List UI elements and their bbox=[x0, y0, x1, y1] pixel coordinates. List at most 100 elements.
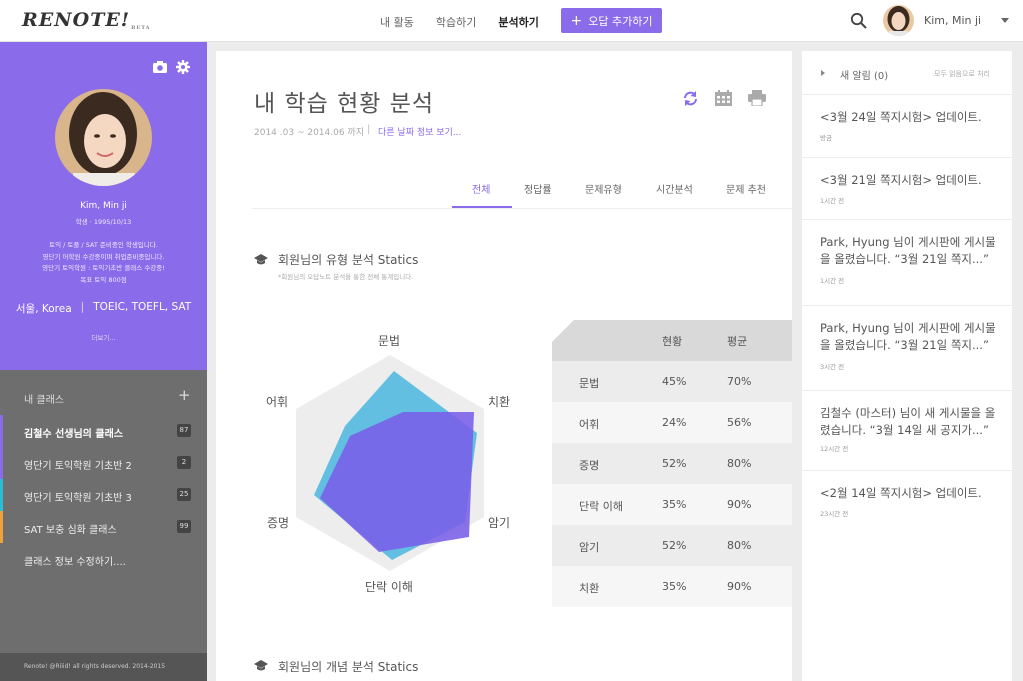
notification-item[interactable]: <3월 21일 쪽지시험> 업데이트. 1시간 전 bbox=[802, 158, 1012, 220]
row-label: 암기 bbox=[579, 541, 600, 554]
column-header-current: 현황 bbox=[662, 335, 683, 348]
row-average: 90% bbox=[727, 498, 752, 511]
class-label: 영단기 토익학원 기초반 3 bbox=[24, 493, 132, 504]
radar-chart-svg bbox=[296, 355, 484, 571]
camera-icon[interactable] bbox=[153, 61, 167, 73]
date-range: 2014 .03 ~ 2014.06 까지 bbox=[254, 128, 364, 138]
edit-class-info-link[interactable]: 클래스 정보 수정하기.... bbox=[0, 543, 207, 575]
row-current: 45% bbox=[662, 375, 687, 388]
radar-label-substitution: 치환 bbox=[488, 395, 511, 409]
profile-tags: 서울, Korea | TOEIC, TOEFL, SAT bbox=[0, 301, 207, 316]
nav-analysis[interactable]: 분석하기 bbox=[498, 14, 538, 30]
row-average: 80% bbox=[727, 457, 752, 470]
tab-question-type[interactable]: 문제유형 bbox=[585, 181, 622, 196]
tab-recommendation[interactable]: 문제 추천 bbox=[726, 181, 766, 196]
tab-overview[interactable]: 전체 bbox=[472, 181, 490, 196]
notification-text: 김철수 (마스터) 님이 새 게시물을 올렸습니다. “3월 14일 새 공지가… bbox=[820, 406, 996, 437]
class-label: SAT 보충 심화 클래스 bbox=[24, 525, 117, 536]
gear-icon[interactable] bbox=[176, 60, 190, 74]
notifications-title: 새 알림 (0) bbox=[840, 71, 889, 82]
table-row: 치환 35% 90% bbox=[552, 566, 792, 607]
search-icon[interactable] bbox=[850, 12, 867, 29]
row-current: 24% bbox=[662, 416, 687, 429]
user-avatar[interactable] bbox=[883, 5, 914, 36]
class-label: 영단기 토익학원 기초반 2 bbox=[24, 461, 132, 472]
print-icon[interactable] bbox=[748, 90, 766, 106]
mark-all-read-link[interactable]: 모두 읽음으로 처리 bbox=[934, 69, 990, 79]
other-date-link[interactable]: 다른 날짜 정보 보기... bbox=[378, 125, 461, 138]
notification-time: 1시간 전 bbox=[820, 277, 845, 285]
class-list-heading: 내 클래스 bbox=[24, 395, 64, 406]
notification-time: 23시간 전 bbox=[820, 510, 849, 518]
notification-time: 1시간 전 bbox=[820, 197, 845, 205]
row-label: 단락 이해 bbox=[579, 500, 623, 513]
radar-label-vocabulary: 어휘 bbox=[266, 395, 289, 409]
class-count-badge: 2 bbox=[177, 456, 191, 469]
bio-line: 목표 토익 800점 bbox=[80, 275, 127, 284]
logo-beta: BETA bbox=[131, 25, 151, 31]
notification-text: Park, Hyung 님이 게시판에 게시물을 올렸습니다. “3월 21일 … bbox=[820, 235, 996, 266]
notification-item[interactable]: 김철수 (마스터) 님이 새 게시물을 올렸습니다. “3월 14일 새 공지가… bbox=[802, 391, 1012, 471]
row-current: 35% bbox=[662, 498, 687, 511]
class-color-bar bbox=[0, 479, 3, 511]
row-current: 52% bbox=[662, 457, 687, 470]
row-label: 어휘 bbox=[579, 418, 600, 431]
logo[interactable]: RENOTE!BETA bbox=[22, 9, 151, 31]
stats-table-header: 현황 평균 bbox=[552, 320, 792, 361]
logo-text: RENOTE! bbox=[22, 9, 131, 31]
chevron-right-icon[interactable] bbox=[821, 70, 825, 76]
class-color-bar bbox=[0, 447, 3, 479]
page-title: 내 학습 현황 분석 bbox=[254, 91, 435, 117]
add-wrong-answer-button[interactable]: + 오답 추가하기 bbox=[561, 8, 662, 33]
notification-time: 3시간 전 bbox=[820, 363, 845, 371]
user-name[interactable]: Kim, Min ji bbox=[924, 14, 981, 27]
profile-more-link[interactable]: 더보기... bbox=[0, 332, 207, 342]
profile-avatar bbox=[55, 89, 152, 186]
notification-text: <2월 14일 쪽지시험> 업데이트. bbox=[820, 486, 982, 500]
nav-study[interactable]: 학습하기 bbox=[436, 14, 476, 30]
stats-table-body: 문법 45% 70% 어휘 24% 56% 증명 52% 80% 단락 이해 3… bbox=[552, 361, 792, 607]
notification-text: <3월 24일 쪽지시험> 업데이트. bbox=[820, 110, 982, 124]
radar-label-grammar: 문법 bbox=[378, 334, 401, 348]
table-row: 문법 45% 70% bbox=[552, 361, 792, 402]
nav-my-activity[interactable]: 내 활동 bbox=[380, 14, 414, 30]
notification-item[interactable]: Park, Hyung 님이 게시판에 게시물을 올렸습니다. “3월 21일 … bbox=[802, 306, 1012, 391]
graduation-cap-icon bbox=[254, 254, 268, 265]
profile-location: 서울, Korea bbox=[15, 303, 72, 315]
class-label: 김철수 선생님의 클래스 bbox=[24, 429, 123, 440]
main-nav: 내 활동 학습하기 분석하기 bbox=[380, 14, 539, 30]
row-label: 문법 bbox=[579, 377, 600, 390]
radar-label-proof: 증명 bbox=[267, 516, 290, 530]
refresh-icon[interactable] bbox=[682, 90, 699, 107]
notification-item[interactable]: Park, Hyung 님이 게시판에 게시물을 올렸습니다. “3월 21일 … bbox=[802, 220, 1012, 306]
notification-item[interactable]: <2월 14일 쪽지시험> 업데이트. 23시간 전 bbox=[802, 471, 1012, 533]
column-header-average: 평균 bbox=[727, 335, 748, 348]
row-label: 증명 bbox=[579, 459, 600, 472]
table-row: 증명 52% 80% bbox=[552, 443, 792, 484]
tab-time-analysis[interactable]: 시간분석 bbox=[656, 181, 693, 196]
profile-bio: 토익 / 토플 / SAT 준비중인 학생입니다. 영단기 어학원 수강중이며 … bbox=[20, 240, 187, 286]
class-item[interactable]: 김철수 선생님의 클래스 87 bbox=[0, 415, 207, 447]
row-average: 90% bbox=[727, 580, 752, 593]
section-title: 회원님의 유형 분석 Statics bbox=[278, 253, 419, 267]
divider: | bbox=[80, 301, 85, 313]
stats-table: 현황 평균 문법 45% 70% 어휘 24% 56% 증명 52% 80% 단… bbox=[552, 320, 792, 607]
row-current: 52% bbox=[662, 539, 687, 552]
radar-label-memorization: 암기 bbox=[488, 516, 511, 530]
section-subtitle: *회원님의 오답노트 분석을 통한 전체 통계입니다. bbox=[278, 273, 414, 281]
notification-text: Park, Hyung 님이 게시판에 게시물을 올렸습니다. “3월 21일 … bbox=[820, 321, 996, 352]
row-average: 80% bbox=[727, 539, 752, 552]
class-item[interactable]: 영단기 토익학원 기초반 3 25 bbox=[0, 479, 207, 511]
add-class-icon[interactable]: + bbox=[178, 386, 191, 404]
analysis-panel: 내 학습 현황 분석 2014 .03 ~ 2014.06 까지 | 다른 날짜… bbox=[216, 51, 792, 681]
notification-item[interactable]: <3월 24일 쪽지시험> 업데이트. 방금 bbox=[802, 95, 1012, 158]
class-item[interactable]: 영단기 토익학원 기초반 2 2 bbox=[0, 447, 207, 479]
plus-icon: + bbox=[570, 12, 583, 29]
profile-exams: TOEIC, TOEFL, SAT bbox=[93, 301, 192, 313]
tab-accuracy[interactable]: 정답률 bbox=[524, 181, 552, 196]
footer-copyright: Renote! @Riiid! all rights deserved. 201… bbox=[0, 653, 207, 681]
class-item[interactable]: SAT 보충 심화 클래스 99 bbox=[0, 511, 207, 543]
chevron-down-icon[interactable] bbox=[1001, 18, 1009, 23]
notification-text: <3월 21일 쪽지시험> 업데이트. bbox=[820, 173, 982, 187]
calendar-icon[interactable] bbox=[715, 90, 732, 106]
